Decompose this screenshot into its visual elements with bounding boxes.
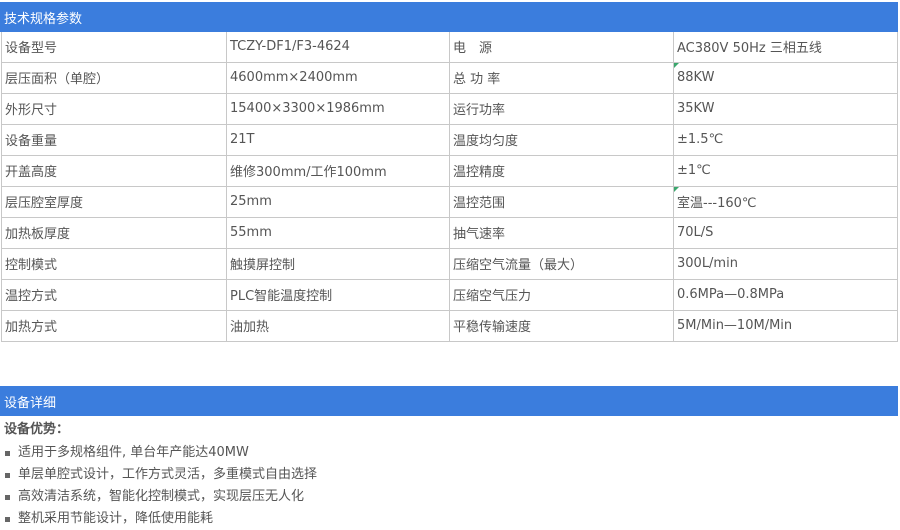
spec-label: 温度均匀度	[449, 123, 674, 156]
spec-value: 70L/S	[673, 216, 898, 249]
spec-label: 层压腔室厚度	[1, 185, 227, 218]
spec-value: 21T	[226, 123, 450, 156]
table-row: 层压面积（单腔） 4600mm×2400mm 总 功 率 88KW	[1, 61, 898, 94]
spec-label: 加热板厚度	[1, 216, 227, 249]
spec-value: AC380V 50Hz 三相五线	[673, 32, 898, 63]
spec-label: 平稳传输速度	[449, 309, 674, 342]
spec-section-header: 技术规格参数	[0, 2, 898, 32]
spec-value: ±1℃	[673, 154, 898, 187]
spec-label: 温控范围	[449, 185, 674, 218]
spec-label: 压缩空气流量（最大）	[449, 247, 674, 280]
spec-label: 温控方式	[1, 278, 227, 311]
spec-label: 运行功率	[449, 92, 674, 125]
list-item: 单层单腔式设计，工作方式灵活，多重模式自由选择	[4, 464, 894, 486]
table-row: 层压腔室厚度 25mm 温控范围 室温---160℃	[1, 185, 898, 218]
table-row: 设备型号 TCZY-DF1/F3-4624 电 源 AC380V 50Hz 三相…	[1, 32, 898, 63]
table-row: 加热方式 油加热 平稳传输速度 5M/Min—10M/Min	[1, 309, 898, 342]
spec-label: 开盖高度	[1, 154, 227, 187]
spec-label: 总 功 率	[449, 61, 674, 94]
square-bullet-icon	[5, 494, 10, 500]
spec-value: PLC智能温度控制	[226, 278, 450, 311]
spec-value: 25mm	[226, 185, 450, 218]
square-bullet-icon	[5, 450, 10, 456]
spec-label: 加热方式	[1, 309, 227, 342]
advantage-text: 整机采用节能设计，降低使用能耗	[18, 511, 214, 526]
spec-value: 0.6MPa—0.8MPa	[673, 278, 898, 311]
spec-value: 维修300mm/工作100mm	[226, 154, 450, 187]
spec-value: ±1.5℃	[673, 123, 898, 156]
spec-table: 设备型号 TCZY-DF1/F3-4624 电 源 AC380V 50Hz 三相…	[1, 32, 898, 342]
spec-label: 设备重量	[1, 123, 227, 156]
product-spec-page: 技术规格参数 设备型号 TCZY-DF1/F3-4624 电 源 AC380V …	[0, 0, 900, 526]
spec-value: 300L/min	[673, 247, 898, 280]
spec-value: 55mm	[226, 216, 450, 249]
spec-value: 35KW	[673, 92, 898, 125]
detail-content: 设备优势： 适用于多规格组件, 单台年产能达40MW 单层单腔式设计，工作方式灵…	[4, 420, 894, 530]
table-row: 温控方式 PLC智能温度控制 压缩空气压力 0.6MPa—0.8MPa	[1, 278, 898, 311]
advantages-heading: 设备优势：	[4, 422, 70, 437]
spec-label: 温控精度	[449, 154, 674, 187]
spec-value: 室温---160℃	[673, 185, 898, 218]
square-bullet-icon	[5, 472, 10, 478]
spec-value: 4600mm×2400mm	[226, 61, 450, 94]
spec-label: 设备型号	[1, 32, 227, 63]
list-item: 高效清洁系统，智能化控制模式，实现层压无人化	[4, 486, 894, 508]
detail-section-header: 设备详细	[0, 386, 898, 416]
spec-value: TCZY-DF1/F3-4624	[226, 32, 450, 63]
table-row: 控制模式 触摸屏控制 压缩空气流量（最大） 300L/min	[1, 247, 898, 280]
table-row: 外形尺寸 15400×3300×1986mm 运行功率 35KW	[1, 92, 898, 125]
table-row: 开盖高度 维修300mm/工作100mm 温控精度 ±1℃	[1, 154, 898, 187]
detail-section-title: 设备详细	[4, 395, 57, 411]
spec-value: 触摸屏控制	[226, 247, 450, 280]
advantage-text: 高效清洁系统，智能化控制模式，实现层压无人化	[18, 489, 305, 504]
spec-value: 5M/Min—10M/Min	[673, 309, 898, 342]
spec-value: 15400×3300×1986mm	[226, 92, 450, 125]
spec-label: 控制模式	[1, 247, 227, 280]
spec-value: 油加热	[226, 309, 450, 342]
square-bullet-icon	[5, 516, 10, 522]
spec-value: 88KW	[673, 61, 898, 94]
spec-label: 层压面积（单腔）	[1, 61, 227, 94]
advantage-text: 单层单腔式设计，工作方式灵活，多重模式自由选择	[18, 467, 318, 482]
spec-label: 电 源	[449, 32, 674, 63]
list-item: 适用于多规格组件, 单台年产能达40MW	[4, 442, 894, 464]
table-row: 设备重量 21T 温度均匀度 ±1.5℃	[1, 123, 898, 156]
table-row: 加热板厚度 55mm 抽气速率 70L/S	[1, 216, 898, 249]
advantages-list: 适用于多规格组件, 单台年产能达40MW 单层单腔式设计，工作方式灵活，多重模式…	[4, 442, 894, 530]
spec-label: 压缩空气压力	[449, 278, 674, 311]
spec-label: 抽气速率	[449, 216, 674, 249]
spec-label: 外形尺寸	[1, 92, 227, 125]
spec-section-title: 技术规格参数	[4, 11, 83, 27]
advantage-text: 适用于多规格组件, 单台年产能达40MW	[18, 445, 249, 460]
list-item: 整机采用节能设计，降低使用能耗	[4, 508, 894, 530]
